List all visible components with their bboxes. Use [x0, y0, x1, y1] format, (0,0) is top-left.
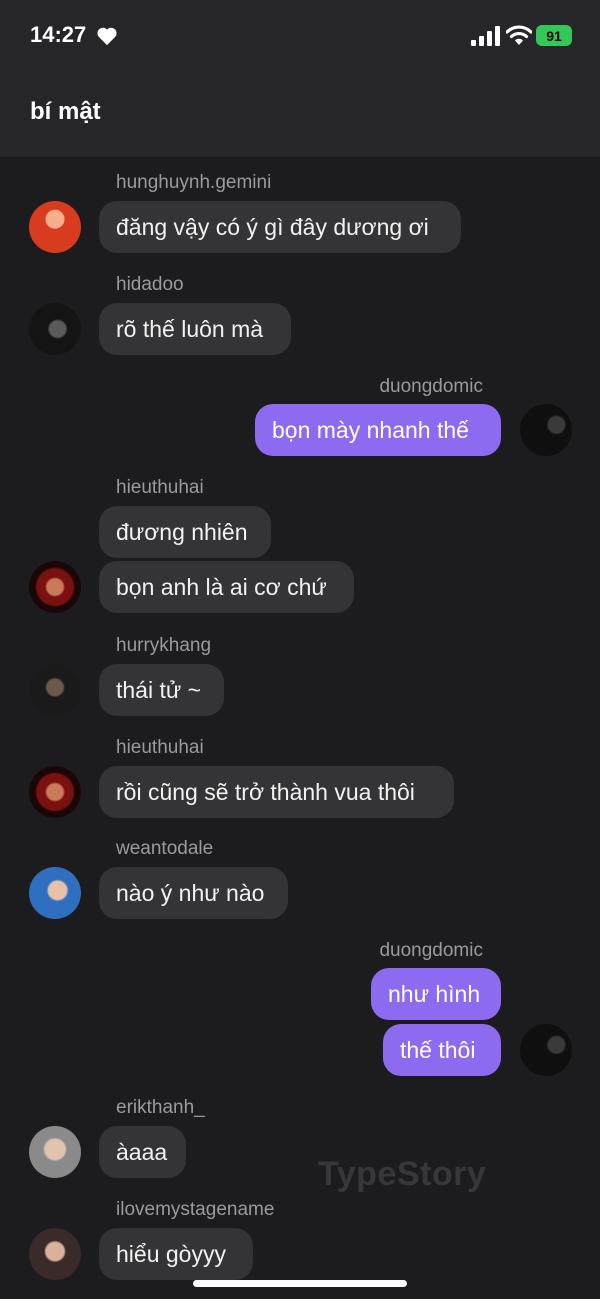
message-bubble[interactable]: rõ thế luôn mà	[99, 303, 291, 355]
message-text: như hình	[388, 980, 481, 1007]
sender-name: hieuthuhai	[116, 477, 204, 498]
message-bubble[interactable]: rồi cũng sẽ trở thành vua thôi	[99, 766, 454, 818]
message-text: rồi cũng sẽ trở thành vua thôi	[116, 778, 415, 805]
message-text: đương nhiên	[116, 518, 248, 545]
avatar[interactable]	[29, 303, 81, 355]
message-bubble[interactable]: hiểu gòyyy	[99, 1228, 253, 1280]
status-time: 14:27	[30, 22, 87, 47]
message-bubble[interactable]: như hình	[371, 968, 501, 1020]
wifi-icon	[506, 25, 532, 45]
message-text: rõ thế luôn mà	[116, 315, 264, 342]
sender-name: hunghuynh.gemini	[116, 172, 272, 193]
message-text: àaaa	[116, 1138, 168, 1165]
message-text: bọn mày nhanh thế	[272, 416, 469, 443]
avatar[interactable]	[520, 1024, 572, 1076]
battery-level: 91	[546, 27, 562, 44]
sender-name: weantodale	[116, 838, 214, 859]
message-text: hiểu gòyyy	[116, 1240, 226, 1267]
home-indicator[interactable]	[193, 1280, 407, 1287]
sender-name: duongdomic	[379, 376, 483, 397]
message-bubble[interactable]: bọn mày nhanh thế	[255, 404, 501, 456]
message-bubble[interactable]: đương nhiên	[99, 506, 271, 558]
message-text: bọn anh là ai cơ chứ	[116, 573, 327, 600]
sender-name: ilovemystagename	[116, 1199, 275, 1220]
message-text: thế thôi	[400, 1036, 476, 1063]
avatar[interactable]	[29, 1126, 81, 1178]
message-bubble[interactable]: àaaa	[99, 1126, 186, 1178]
sender-name: erikthanh_	[116, 1097, 205, 1118]
avatar[interactable]	[29, 561, 81, 613]
sender-name: hidadoo	[116, 274, 184, 295]
watermark: TypeStory	[318, 1155, 487, 1193]
battery-icon: 91	[536, 25, 572, 46]
top-bar: 14:27 91 bí mật	[0, 0, 600, 157]
chat-title: bí mật	[30, 98, 101, 125]
message-bubble[interactable]: nào ý như nào	[99, 867, 288, 919]
avatar[interactable]	[29, 664, 81, 716]
avatar[interactable]	[520, 404, 572, 456]
message-text: nào ý như nào	[116, 879, 265, 906]
message-bubble[interactable]: bọn anh là ai cơ chứ	[99, 561, 354, 613]
message-text: đăng vậy có ý gì đây dương ơi	[116, 213, 429, 240]
message-bubble[interactable]: thế thôi	[383, 1024, 501, 1076]
avatar[interactable]	[29, 766, 81, 818]
signal-icon	[471, 26, 500, 46]
message-text: thái tử ~	[116, 676, 202, 703]
message-bubble[interactable]: thái tử ~	[99, 664, 224, 716]
avatar[interactable]	[29, 867, 81, 919]
avatar[interactable]	[29, 1228, 81, 1280]
message-bubble[interactable]: đăng vậy có ý gì đây dương ơi	[99, 201, 461, 253]
heart-icon	[97, 27, 117, 46]
sender-name: hurrykhang	[116, 635, 212, 656]
avatar[interactable]	[29, 201, 81, 253]
sender-name: duongdomic	[379, 940, 483, 961]
sender-name: hieuthuhai	[116, 737, 204, 758]
